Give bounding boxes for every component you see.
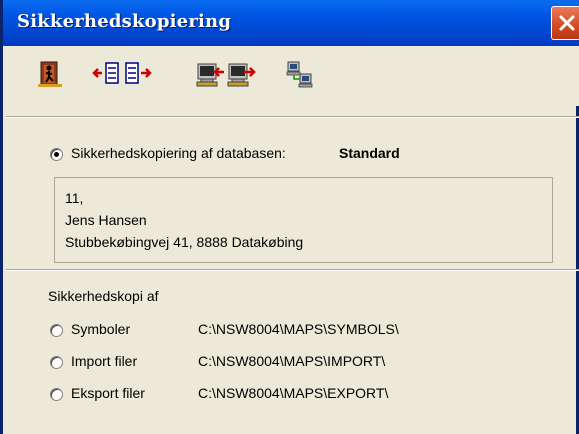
section-divider [6, 269, 579, 271]
radio-selected-dot [54, 152, 59, 157]
import-button[interactable] [195, 59, 225, 89]
export-files-path: C:\NSW8004\MAPS\EXPORT\ [198, 385, 389, 401]
import-files-label[interactable]: Import filer [71, 353, 137, 369]
move-left-button[interactable] [92, 59, 122, 89]
export-button[interactable] [226, 59, 256, 89]
address-line-3: Stubbekøbingvej 41, 8888 Datakøbing [65, 234, 304, 250]
import-computer-icon [196, 63, 224, 87]
database-radio-label[interactable]: Sikkerhedskopiering af databasen: [71, 145, 286, 161]
backup-window: Sikkerhedskopiering Sikkerhedskopiering … [0, 0, 579, 434]
toolbar-separator [6, 116, 579, 118]
address-line-2: Jens Hansen [65, 212, 147, 228]
symbols-label[interactable]: Symboler [71, 321, 130, 337]
import-files-radio[interactable] [50, 356, 63, 369]
export-computer-icon [227, 63, 256, 87]
symbols-radio[interactable] [50, 324, 63, 337]
move-left-icon [92, 62, 119, 84]
export-files-radio[interactable] [50, 388, 63, 401]
exit-door-icon [38, 61, 62, 87]
symbols-path: C:\NSW8004\MAPS\SYMBOLS\ [198, 321, 399, 337]
close-button[interactable] [551, 6, 579, 40]
export-files-label[interactable]: Eksport filer [71, 385, 145, 401]
address-line-1: 11, [65, 190, 84, 206]
backup-of-heading: Sikkerhedskopi af [48, 288, 159, 304]
import-files-path: C:\NSW8004\MAPS\IMPORT\ [198, 353, 386, 369]
move-right-button[interactable] [123, 59, 153, 89]
database-name: Standard [339, 145, 400, 161]
toolbar [6, 46, 579, 106]
window-title: Sikkerhedskopiering [17, 11, 232, 32]
title-bar[interactable]: Sikkerhedskopiering [3, 0, 579, 46]
exit-button[interactable] [35, 59, 65, 89]
database-radio[interactable] [50, 148, 63, 161]
close-icon [559, 15, 575, 31]
network-button[interactable] [285, 59, 315, 89]
network-computers-icon [286, 61, 313, 88]
move-right-icon [125, 62, 152, 84]
